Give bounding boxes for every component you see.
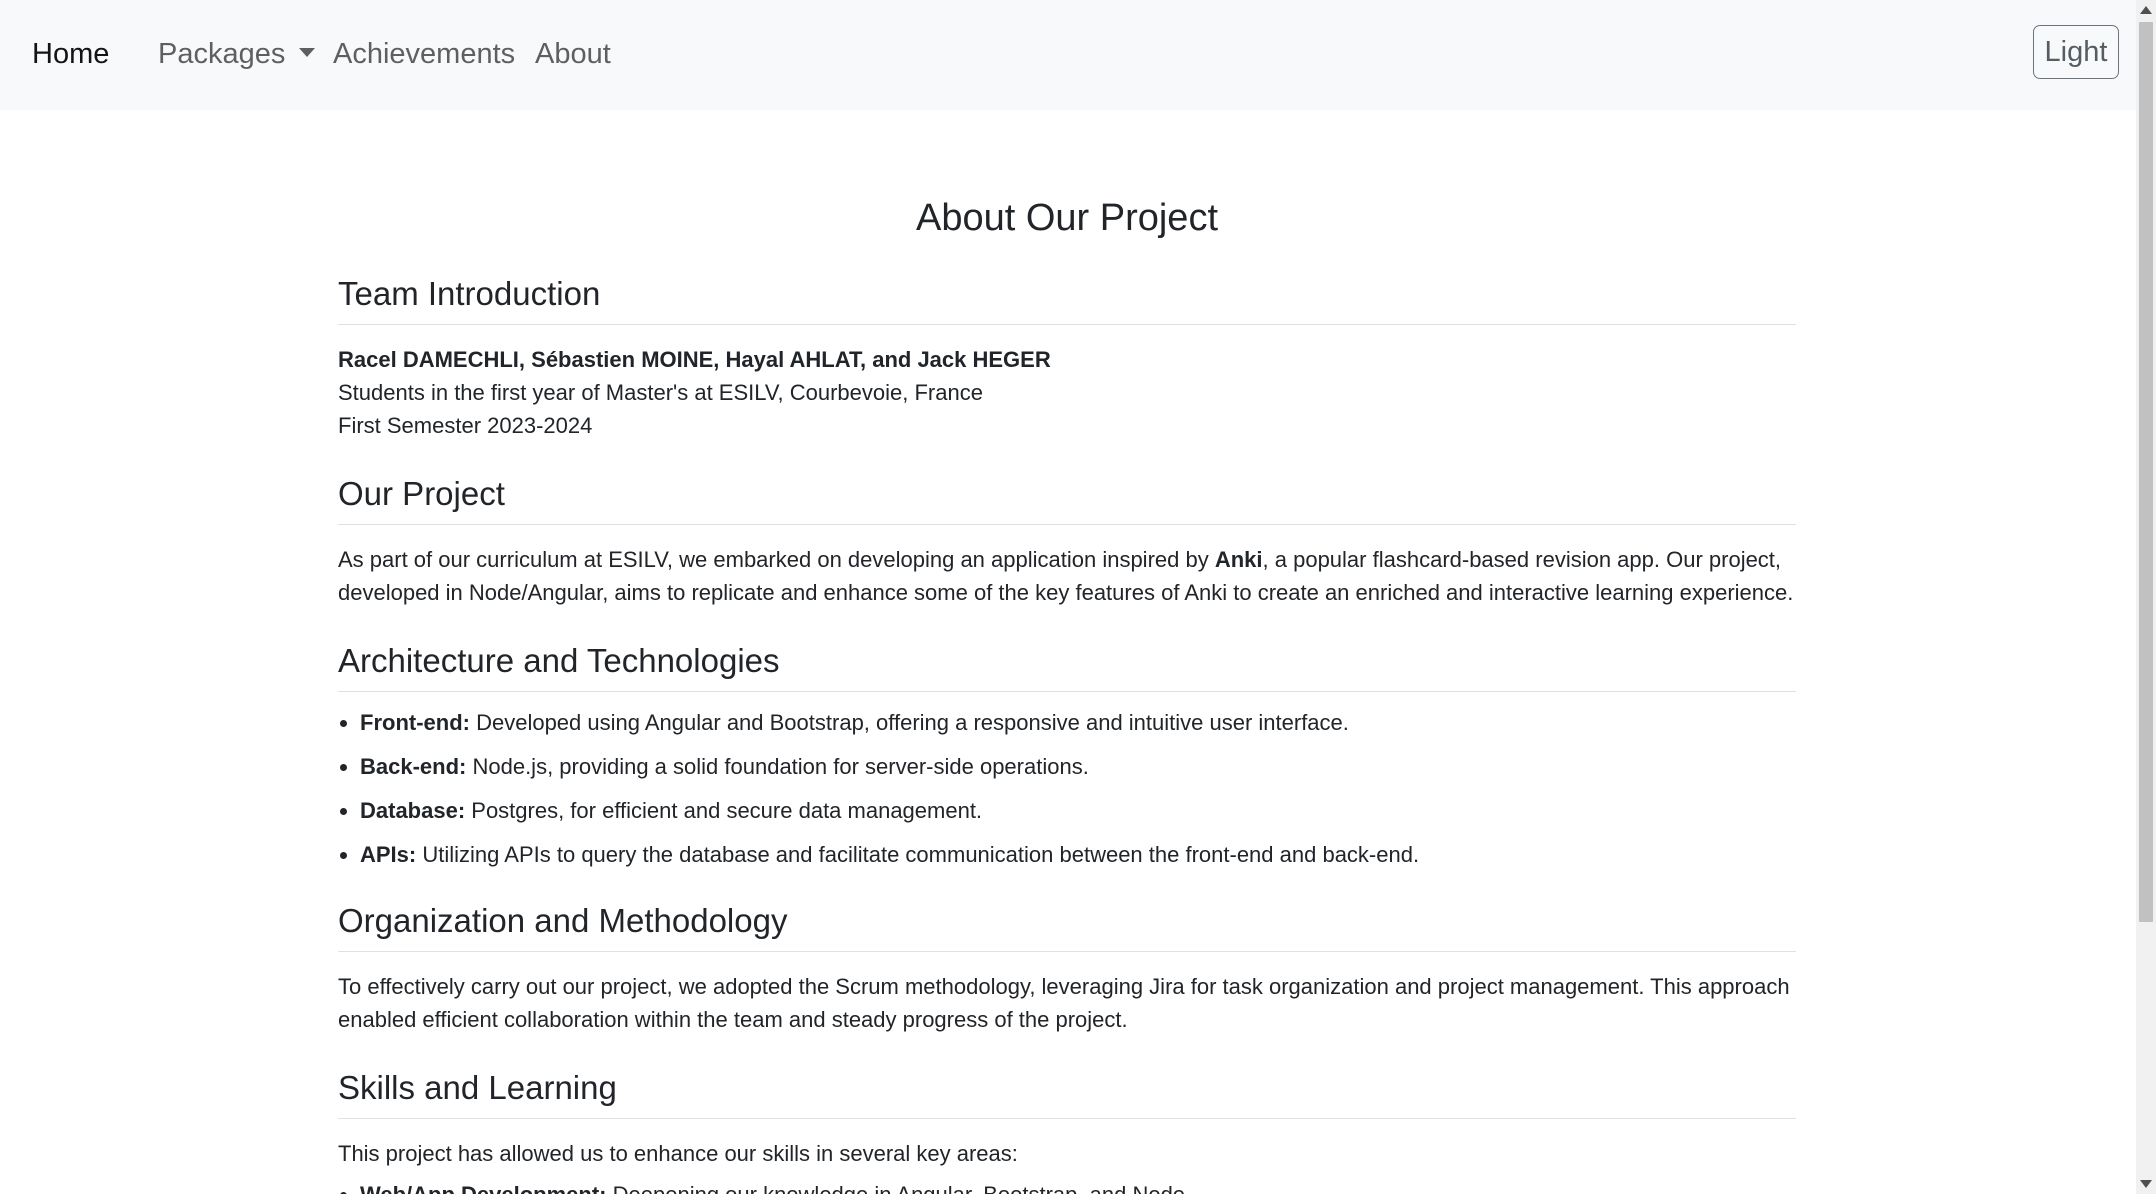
project-heading: Our Project bbox=[338, 470, 1796, 525]
project-text-start: As part of our curriculum at ESILV, we e… bbox=[338, 547, 1215, 572]
team-line-semester: First Semester 2023-2024 bbox=[338, 413, 593, 438]
page: Home Packages Achievements About Light A… bbox=[0, 0, 2156, 1194]
architecture-section: Architecture and Technologies Front-end:… bbox=[338, 637, 1796, 871]
list-item-text: Developed using Angular and Bootstrap, o… bbox=[469, 710, 1349, 735]
list-item-label: Front-end: bbox=[360, 710, 470, 735]
list-item: Database: Postgres, for efficient and se… bbox=[360, 794, 1796, 827]
skills-heading: Skills and Learning bbox=[338, 1064, 1796, 1119]
nav-packages-dropdown[interactable]: Packages bbox=[158, 34, 316, 74]
skills-section: Skills and Learning This project has all… bbox=[338, 1064, 1796, 1194]
organization-heading: Organization and Methodology bbox=[338, 897, 1796, 952]
organization-section: Organization and Methodology To effectiv… bbox=[338, 897, 1796, 1036]
skills-list: Web/App Development: Deepening our knowl… bbox=[338, 1178, 1796, 1194]
scrollbar-thumb[interactable] bbox=[2139, 22, 2153, 922]
list-item-text: Deepening our knowledge in Angular, Boot… bbox=[607, 1182, 1192, 1194]
architecture-heading: Architecture and Technologies bbox=[338, 637, 1796, 692]
list-item-label: Database: bbox=[360, 798, 466, 823]
list-item: APIs: Utilizing APIs to query the databa… bbox=[360, 838, 1796, 871]
scroll-down-arrow-icon[interactable] bbox=[2140, 1180, 2152, 1188]
list-item-label: Web/App Development: bbox=[360, 1182, 607, 1194]
project-section: Our Project As part of our curriculum at… bbox=[338, 470, 1796, 609]
organization-text: To effectively carry out our project, we… bbox=[338, 974, 1790, 1032]
list-item-label: Back-end: bbox=[360, 754, 467, 779]
team-section: Team Introduction Racel DAMECHLI, Sébast… bbox=[338, 270, 1796, 442]
caret-down-icon bbox=[299, 48, 316, 57]
list-item-label: APIs: bbox=[360, 842, 417, 867]
architecture-list: Front-end: Developed using Angular and B… bbox=[338, 706, 1796, 871]
list-item: Web/App Development: Deepening our knowl… bbox=[360, 1178, 1796, 1194]
team-heading: Team Introduction bbox=[338, 270, 1796, 325]
team-names: Racel DAMECHLI, Sébastien MOINE, Hayal A… bbox=[338, 347, 1051, 372]
nav-about-link[interactable]: About bbox=[535, 34, 611, 74]
list-item-text: Utilizing APIs to query the database and… bbox=[416, 842, 1420, 867]
project-text: As part of our curriculum at ESILV, we e… bbox=[338, 543, 1796, 609]
top-navbar: Home Packages Achievements About Light bbox=[0, 0, 2136, 110]
team-text: Racel DAMECHLI, Sébastien MOINE, Hayal A… bbox=[338, 343, 1796, 442]
theme-toggle-button[interactable]: Light bbox=[2033, 25, 2119, 79]
nav-achievements-link[interactable]: Achievements bbox=[333, 34, 515, 74]
about-content: About Our Project Team Introduction Race… bbox=[338, 188, 1796, 1194]
list-item: Back-end: Node.js, providing a solid fou… bbox=[360, 750, 1796, 783]
list-item-text: Postgres, for efficient and secure data … bbox=[465, 798, 983, 823]
team-line-students: Students in the first year of Master's a… bbox=[338, 380, 983, 405]
skills-intro: This project has allowed us to enhance o… bbox=[338, 1141, 1018, 1166]
list-item-text: Node.js, providing a solid foundation fo… bbox=[466, 754, 1089, 779]
scroll-up-arrow-icon[interactable] bbox=[2140, 6, 2152, 14]
list-item: Front-end: Developed using Angular and B… bbox=[360, 706, 1796, 739]
nav-packages-label: Packages bbox=[158, 38, 286, 70]
nav-home-link[interactable]: Home bbox=[32, 34, 109, 74]
anki-bold: Anki bbox=[1214, 547, 1263, 572]
page-title: About Our Project bbox=[915, 197, 1219, 239]
